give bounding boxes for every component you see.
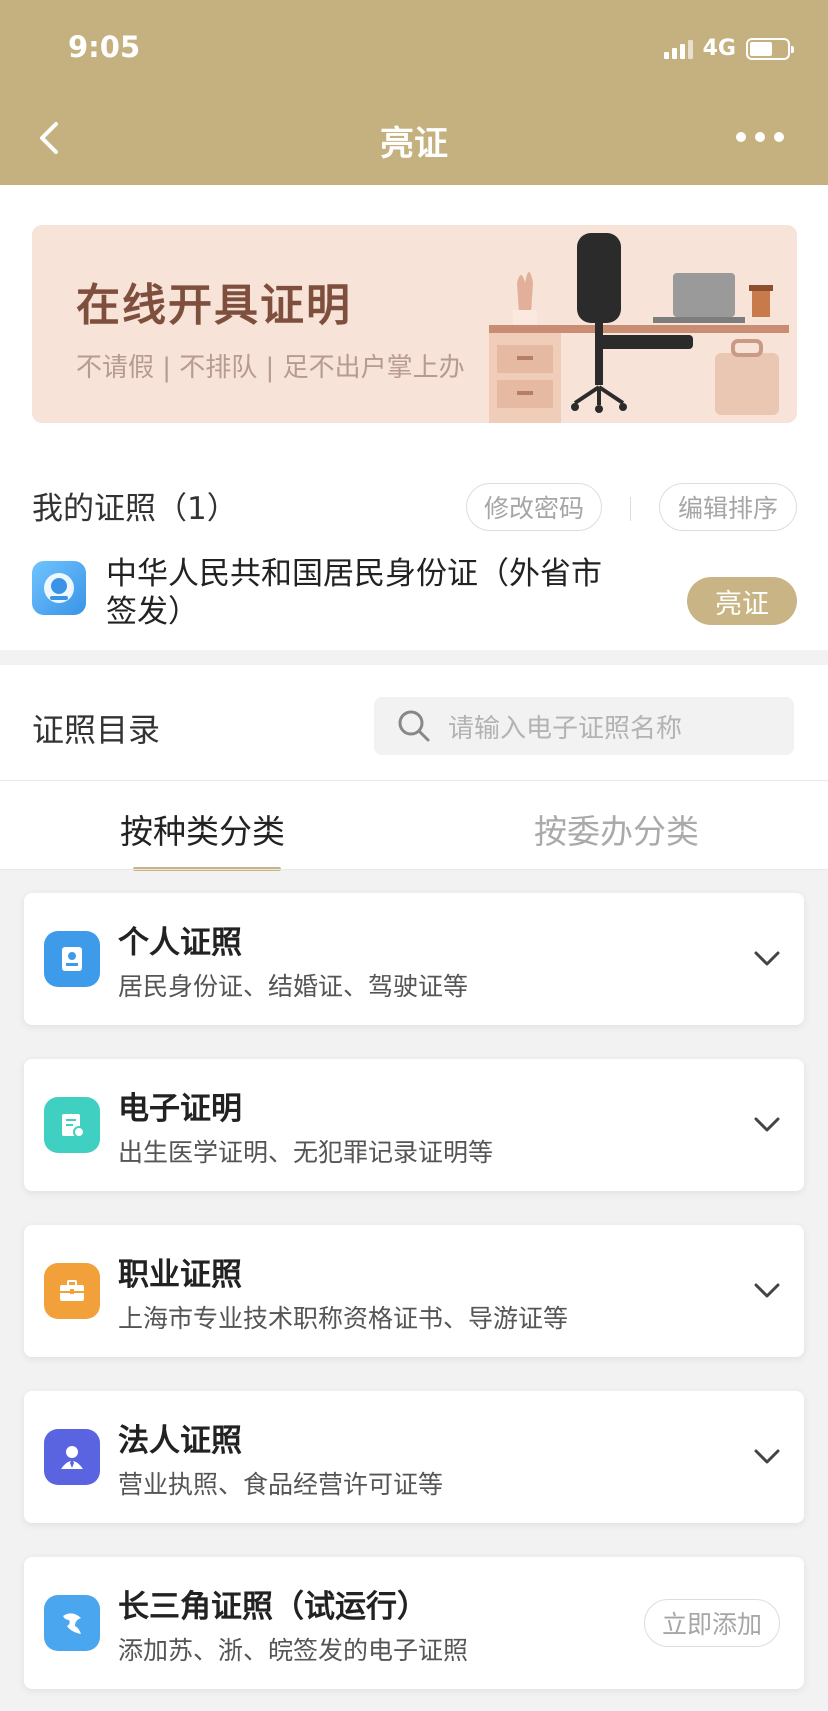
divider xyxy=(0,869,828,870)
certificate-icon xyxy=(44,1097,100,1153)
network-label: 4G xyxy=(702,36,736,61)
banner-subtitle: 不请假 | 不排队 | 足不出户掌上办 xyxy=(76,353,465,383)
category-title: 长三角证照（试运行） xyxy=(118,1589,428,1625)
show-license-button[interactable]: 亮证 xyxy=(687,577,797,625)
online-certificate-banner[interactable]: 在线开具证明 不请假 | 不排队 | 足不出户掌上办 xyxy=(32,225,797,423)
edit-order-button[interactable]: 编辑排序 xyxy=(659,483,797,531)
banner-title: 在线开具证明 xyxy=(76,280,352,331)
category-subtitle: 营业执照、食品经营许可证等 xyxy=(118,1470,444,1499)
category-subtitle: 居民身份证、结婚证、驾驶证等 xyxy=(118,972,469,1001)
tab-by-department[interactable]: 按委办分类 xyxy=(534,805,699,853)
license-catalog-section: 证照目录 请输入电子证照名称 按种类分类 按委办分类 xyxy=(0,665,828,871)
search-icon xyxy=(398,710,430,742)
search-placeholder: 请输入电子证照名称 xyxy=(448,713,683,744)
change-password-button[interactable]: 修改密码 xyxy=(466,483,602,531)
category-legal-entity-licenses[interactable]: 法人证照 营业执照、食品经营许可证等 xyxy=(24,1391,804,1523)
briefcase-icon xyxy=(44,1263,100,1319)
tab-by-type[interactable]: 按种类分类 xyxy=(120,805,285,853)
button-divider xyxy=(630,497,631,521)
id-card-icon xyxy=(44,931,100,987)
category-professional-licenses[interactable]: 职业证照 上海市专业技术职称资格证书、导游证等 xyxy=(24,1225,804,1357)
license-name: 中华人民共和国居民身份证（外省市签发） xyxy=(106,556,602,630)
office-desk-illustration xyxy=(489,233,789,423)
chevron-down-icon[interactable] xyxy=(752,1441,782,1471)
status-time: 9:05 xyxy=(68,30,141,64)
my-licenses-section: 在线开具证明 不请假 | 不排队 | 足不出户掌上办 我的证照（1） 修改密码 … xyxy=(0,185,828,650)
more-button[interactable] xyxy=(736,132,784,142)
more-dot-icon xyxy=(736,132,746,142)
page-title: 亮证 xyxy=(380,124,448,164)
chevron-down-icon[interactable] xyxy=(752,1275,782,1305)
yangtze-delta-icon xyxy=(44,1595,100,1651)
header-bar: 9:05 4G 亮证 xyxy=(0,0,828,185)
category-title: 个人证照 xyxy=(118,925,242,961)
category-title: 法人证照 xyxy=(118,1423,242,1459)
divider xyxy=(0,780,828,781)
license-item[interactable]: 中华人民共和国居民身份证（外省市签发） 亮证 xyxy=(32,555,797,645)
more-dot-icon xyxy=(755,132,765,142)
person-badge-icon xyxy=(44,1429,100,1485)
status-indicators: 4G xyxy=(663,36,794,61)
my-licenses-heading: 我的证照（1） xyxy=(32,491,238,527)
chevron-down-icon[interactable] xyxy=(752,1109,782,1139)
signal-icon xyxy=(663,39,693,59)
more-dot-icon xyxy=(774,132,784,142)
category-subtitle: 上海市专业技术职称资格证书、导游证等 xyxy=(118,1304,569,1333)
add-now-button[interactable]: 立即添加 xyxy=(644,1599,780,1647)
chevron-down-icon[interactable] xyxy=(752,943,782,973)
category-electronic-certificates[interactable]: 电子证明 出生医学证明、无犯罪记录证明等 xyxy=(24,1059,804,1191)
category-title: 电子证明 xyxy=(118,1091,242,1127)
category-yangtze-delta-licenses[interactable]: 长三角证照（试运行） 添加苏、浙、皖签发的电子证照 立即添加 xyxy=(24,1557,804,1689)
catalog-title: 证照目录 xyxy=(32,711,161,749)
category-title: 职业证照 xyxy=(118,1257,242,1293)
category-subtitle: 添加苏、浙、皖签发的电子证照 xyxy=(118,1636,469,1665)
category-personal-licenses[interactable]: 个人证照 居民身份证、结婚证、驾驶证等 xyxy=(24,893,804,1025)
national-emblem-icon xyxy=(32,561,86,615)
battery-icon xyxy=(746,37,794,60)
category-subtitle: 出生医学证明、无犯罪记录证明等 xyxy=(118,1138,494,1167)
license-search-input[interactable]: 请输入电子证照名称 xyxy=(374,697,794,755)
